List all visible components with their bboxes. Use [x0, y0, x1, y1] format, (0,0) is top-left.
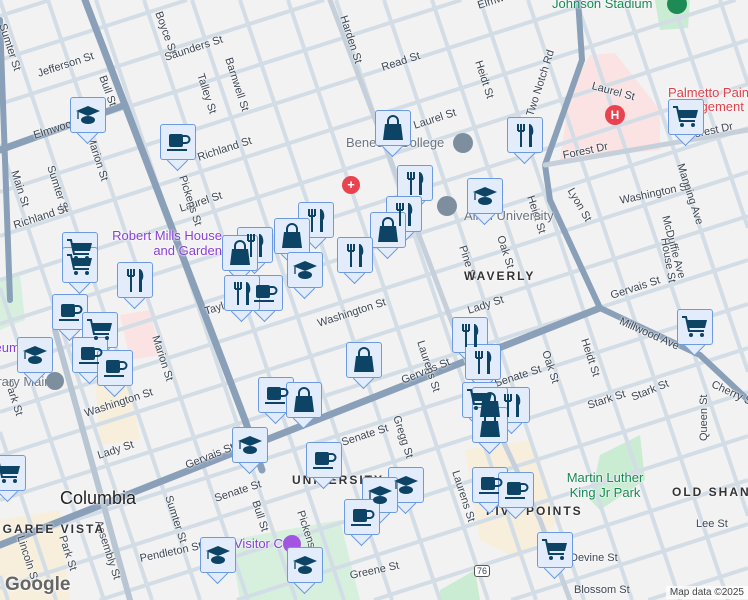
- grocery-icon: [677, 309, 713, 345]
- grocery-marker[interactable]: [0, 455, 26, 503]
- restaurant-icon: [465, 344, 501, 380]
- grocery-icon: [537, 532, 573, 568]
- city-label-columbia: Columbia: [60, 488, 137, 508]
- street-label: Queen St: [698, 394, 710, 441]
- grocery-icon: [0, 455, 26, 491]
- school-marker[interactable]: [17, 337, 53, 385]
- restaurant-marker[interactable]: [337, 237, 373, 285]
- shopping-marker[interactable]: [346, 342, 382, 390]
- cafe-marker[interactable]: [344, 499, 380, 547]
- restaurant-marker[interactable]: [117, 262, 153, 310]
- grocery-marker[interactable]: [677, 309, 713, 357]
- grocery-marker[interactable]: [62, 247, 98, 295]
- grocery-icon: [668, 99, 704, 135]
- neighborhood-congaree-vista: CONGAREE VISTA: [0, 522, 106, 536]
- route-76-shield: 76: [474, 565, 491, 577]
- cafe-marker[interactable]: [160, 124, 196, 172]
- school-icon: [287, 252, 323, 288]
- school-pin-icon[interactable]: [453, 133, 473, 153]
- cafe-icon: [160, 124, 196, 160]
- place-label-mlk-park: Martin Luther King Jr Park: [566, 470, 644, 500]
- place-label-stadium: Johnson Stadium: [552, 0, 653, 11]
- school-marker[interactable]: [287, 252, 323, 300]
- school-marker[interactable]: [70, 97, 106, 145]
- street-label: Devine St: [570, 552, 618, 564]
- school-marker[interactable]: [287, 547, 323, 595]
- street-label: Lee St: [696, 518, 728, 530]
- restaurant-icon: [117, 262, 153, 298]
- neighborhood-waverly: WAVERLY: [464, 269, 536, 283]
- neighborhood-old-shandon: OLD SHANDON: [672, 485, 748, 499]
- cafe-icon: [306, 442, 342, 478]
- hospital-h-icon[interactable]: H: [605, 105, 625, 125]
- shopping-marker[interactable]: [286, 382, 322, 430]
- cafe-marker[interactable]: [97, 350, 133, 398]
- restaurant-marker[interactable]: [507, 117, 543, 165]
- grocery-icon: [62, 247, 98, 283]
- cafe-marker[interactable]: [498, 472, 534, 520]
- school-icon: [70, 97, 106, 133]
- school-icon: [200, 537, 236, 573]
- restaurant-icon: [337, 237, 373, 273]
- school-pin-icon[interactable]: [437, 196, 457, 216]
- school-icon: [467, 178, 503, 214]
- hospital-icon[interactable]: +: [342, 176, 360, 194]
- cafe-marker[interactable]: [306, 442, 342, 490]
- school-marker[interactable]: [232, 427, 268, 475]
- shopping-marker[interactable]: [375, 110, 411, 158]
- street-label: Blossom St: [574, 584, 630, 596]
- school-icon: [287, 547, 323, 583]
- school-marker[interactable]: [467, 178, 503, 226]
- restaurant-icon: [397, 165, 433, 201]
- school-icon: [17, 337, 53, 373]
- grocery-marker[interactable]: [668, 99, 704, 147]
- shopping-icon: [346, 342, 382, 378]
- map-attribution[interactable]: Map data ©2025: [665, 586, 748, 599]
- school-icon: [232, 427, 268, 463]
- restaurant-icon: [507, 117, 543, 153]
- place-label-robert-mills: Robert Mills House and Garden: [112, 228, 222, 258]
- school-marker[interactable]: [200, 537, 236, 585]
- shopping-icon: [286, 382, 322, 418]
- cafe-icon: [498, 472, 534, 508]
- google-logo: Google: [5, 574, 71, 595]
- shopping-icon: [375, 110, 411, 146]
- grocery-marker[interactable]: [537, 532, 573, 580]
